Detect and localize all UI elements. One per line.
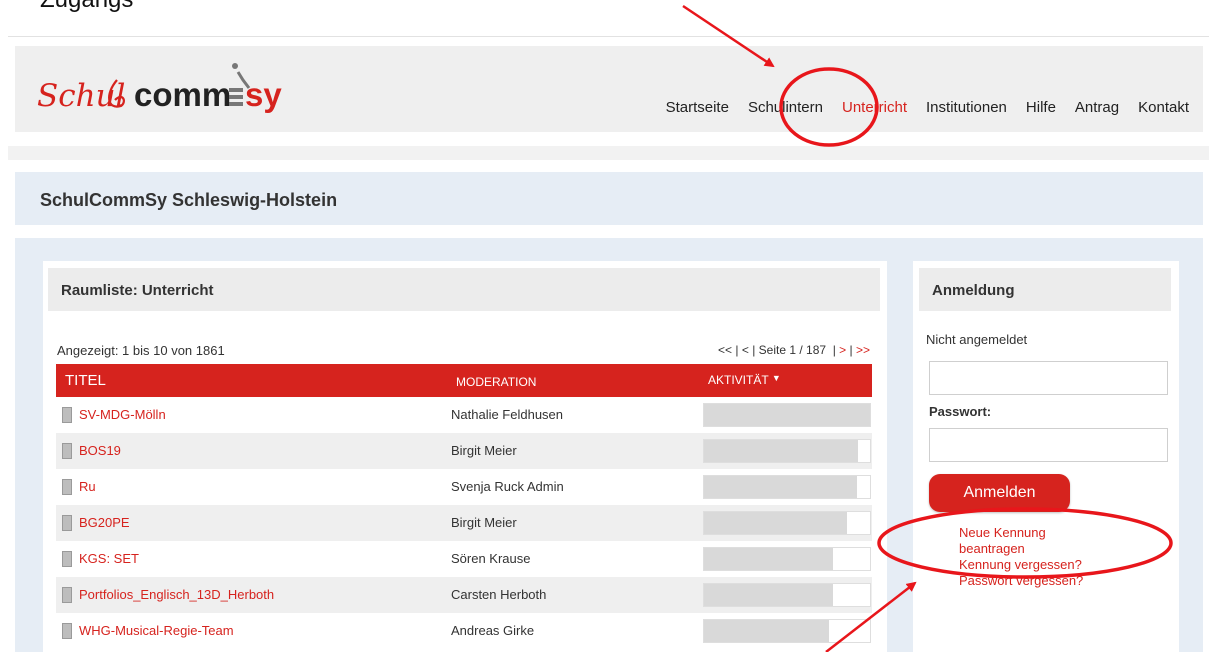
room-list-panel: Raumliste: Unterricht Angezeigt: 1 bis 1… [43,261,887,652]
room-door-icon [62,515,72,531]
room-door-icon [62,587,72,603]
login-header: Anmeldung [919,268,1171,311]
logo-text-comm: comm [134,76,231,113]
login-links: Neue Kennung beantragen Kennung vergesse… [959,525,1083,589]
result-count: Angezeigt: 1 bis 10 von 1861 [57,343,225,358]
pager-page: Seite 1 / 187 [758,343,827,357]
schulcommsy-logo[interactable]: Schul comm sy [35,54,295,124]
table-row: WHG-Musical-Regie-Team Andreas Girke [56,613,872,649]
room-door-icon [62,479,72,495]
table-row: BG20PE Birgit Meier [56,505,872,541]
forgot-id-link[interactable]: Kennung vergessen? [959,557,1083,573]
pager-first: << [718,343,733,357]
activity-bar [703,619,871,643]
pagination: << | < | Seite 1 / 187 | > | >> [718,343,870,357]
top-navbar: Schul comm sy Startseite Schulintern Unt… [15,46,1203,132]
room-title-link[interactable]: KGS: SET [79,551,139,566]
room-title-link[interactable]: BG20PE [79,515,130,530]
room-title-link[interactable]: Portfolios_Englisch_13D_Herboth [79,587,274,602]
table-row: SV-MDG-Mölln Nathalie Feldhusen [56,397,872,433]
table-row: Portfolios_Englisch_13D_Herboth Carsten H… [56,577,872,613]
nav-antrag[interactable]: Antrag [1075,99,1119,116]
activity-fill [704,404,870,426]
room-door-icon [62,407,72,423]
activity-bar [703,475,871,499]
room-moderator: Svenja Ruck Admin [451,479,564,494]
main-nav: Startseite Schulintern Unterricht Instit… [647,99,1189,116]
login-panel: Anmeldung Nicht angemeldet Passwort: Anm… [913,261,1179,652]
forgot-password-link[interactable]: Passwort vergessen? [959,573,1083,589]
column-activity[interactable]: AKTIVITÄT ▼ [708,373,781,387]
room-table-header: TITEL MODERATION AKTIVITÄT ▼ [56,364,872,397]
pager-last[interactable]: >> [856,343,870,357]
activity-fill [704,620,829,642]
nav-institutionen[interactable]: Institutionen [926,99,1007,116]
room-door-icon [62,443,72,459]
logo-text-sy: sy [245,76,282,113]
sort-desc-icon: ▼ [771,373,781,383]
table-row: KGS: SET Sören Krause [56,541,872,577]
divider [8,36,1209,37]
login-title: Anmeldung [932,282,1015,299]
pager-prev: < [741,343,749,357]
room-list-header: Raumliste: Unterricht [48,268,880,311]
login-status: Nicht angemeldet [926,332,1028,347]
activity-bar [703,547,871,571]
room-title-link[interactable]: Ru [79,479,96,494]
activity-bar [703,583,871,607]
activity-bar [703,403,871,427]
password-field[interactable] [929,428,1168,462]
activity-fill [704,584,834,606]
activity-bar [703,511,871,535]
activity-bar [703,439,871,463]
site-title: SchulCommSy Schleswig-Holstein [40,190,338,210]
column-moderation[interactable]: MODERATION [456,375,536,389]
room-moderator: Birgit Meier [451,515,517,530]
room-table-body: SV-MDG-Mölln Nathalie Feldhusen BOS19 Birgi… [56,397,872,649]
room-moderator: Andreas Girke [451,623,535,638]
new-account-link[interactable]: Neue Kennung beantragen [959,525,1069,557]
table-row: Ru Svenja Ruck Admin [56,469,872,505]
site-title-bar: SchulCommSy Schleswig-Holstein [15,172,1203,225]
room-moderator: Birgit Meier [451,443,517,458]
screenshot: Zugangs Schul comm sy Startseite Schulin… [0,0,1209,652]
column-activity-label: AKTIVITÄT [708,373,769,387]
logo-text-schul: Schul [37,78,125,114]
activity-fill [704,476,857,498]
password-label: Passwort: [929,404,992,419]
room-title-link[interactable]: WHG-Musical-Regie-Team [79,623,234,638]
room-moderator: Sören Krause [451,551,531,566]
pager-next[interactable]: > [839,343,846,357]
column-title[interactable]: TITEL [65,372,106,389]
room-door-icon [62,551,72,567]
room-moderator: Nathalie Feldhusen [451,407,564,422]
room-door-icon [62,623,72,639]
nav-kontakt[interactable]: Kontakt [1138,99,1189,116]
table-row: BOS19 Birgit Meier [56,433,872,469]
username-field[interactable] [929,361,1168,395]
room-title-link[interactable]: BOS19 [79,443,121,458]
room-moderator: Carsten Herboth [451,587,547,602]
room-list-title: Raumliste: Unterricht [61,282,214,299]
login-button[interactable]: Anmelden [929,474,1070,512]
spacer-band [8,146,1209,160]
nav-schulintern[interactable]: Schulintern [748,99,823,116]
activity-fill [704,512,847,534]
nav-startseite[interactable]: Startseite [666,99,729,116]
activity-fill [704,548,834,570]
room-title-link[interactable]: SV-MDG-Mölln [79,407,166,422]
nav-unterricht[interactable]: Unterricht [842,99,907,116]
document-heading-fragment: Zugangs [40,0,133,14]
nav-hilfe[interactable]: Hilfe [1026,99,1056,116]
activity-fill [704,440,859,462]
